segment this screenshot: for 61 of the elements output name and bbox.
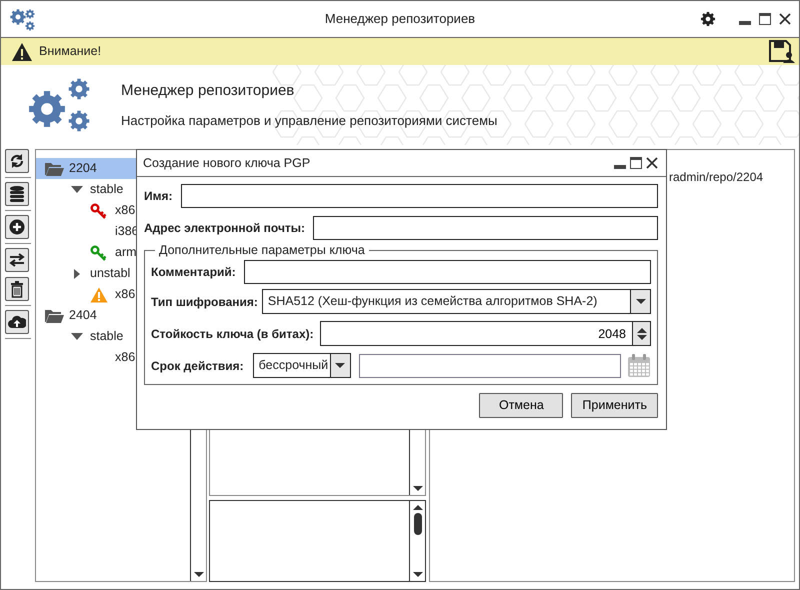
date-field[interactable] bbox=[358, 354, 621, 378]
add-icon bbox=[8, 218, 26, 236]
expiry-select[interactable]: бессрочный bbox=[252, 353, 351, 378]
database-icon bbox=[8, 185, 26, 203]
cipher-select[interactable]: SHA512 (Хеш-функция из семейства алгоритмов SHA-2) bbox=[262, 289, 651, 314]
scroll-down-icon[interactable] bbox=[412, 572, 422, 577]
save-user-icon[interactable] bbox=[769, 40, 795, 64]
group-title: Дополнительные параметры ключа bbox=[155, 242, 369, 258]
expanded-arrow-icon[interactable] bbox=[71, 186, 83, 193]
scroll-down-icon[interactable] bbox=[194, 572, 204, 577]
tree-item[interactable]: x86 bbox=[115, 285, 136, 304]
tree-item[interactable]: x86 bbox=[115, 201, 136, 220]
database-button[interactable] bbox=[5, 182, 29, 206]
name-field[interactable] bbox=[180, 184, 658, 208]
collapsed-arrow-icon[interactable] bbox=[74, 268, 80, 278]
strength-label: Стойкость ключа (в битах): bbox=[151, 326, 314, 342]
name-label: Имя: bbox=[144, 188, 172, 205]
tree-item[interactable]: stable bbox=[90, 327, 124, 346]
close-icon[interactable] bbox=[779, 13, 791, 25]
cancel-button[interactable]: Отмена bbox=[479, 393, 564, 418]
caret-icon bbox=[335, 363, 346, 368]
apply-button[interactable]: Применить bbox=[571, 393, 658, 418]
refresh-button[interactable] bbox=[5, 149, 29, 173]
comment-field[interactable] bbox=[244, 260, 651, 284]
expiry-label: Срок действия: bbox=[151, 358, 244, 374]
calendar-icon[interactable] bbox=[627, 354, 651, 378]
spinner-button[interactable] bbox=[633, 321, 651, 346]
alert-text: Внимание! bbox=[39, 43, 102, 60]
comment-label: Комментарий: bbox=[151, 264, 236, 281]
maximize-icon[interactable] bbox=[759, 13, 771, 25]
add-button[interactable] bbox=[5, 215, 29, 239]
tree-item[interactable]: unstabl bbox=[90, 264, 130, 283]
email-field[interactable] bbox=[313, 216, 658, 240]
refresh-icon bbox=[8, 152, 26, 170]
folder-icon bbox=[44, 307, 66, 324]
email-label: Адрес электронной почты: bbox=[144, 220, 306, 237]
upload-button[interactable] bbox=[5, 310, 29, 334]
header-title: Менеджер репозиториев bbox=[121, 81, 296, 101]
tree-item[interactable]: x86 bbox=[115, 348, 136, 367]
expanded-arrow-icon[interactable] bbox=[71, 333, 83, 340]
warning-icon bbox=[90, 286, 108, 302]
path-text: radmin/repo/2204 bbox=[668, 169, 764, 186]
tree-item[interactable]: arm bbox=[115, 243, 137, 262]
scroll-down-icon[interactable] bbox=[412, 486, 422, 491]
cipher-label: Тип шифрования: bbox=[151, 294, 258, 310]
scrollbar-thumb[interactable] bbox=[414, 513, 422, 535]
warning-icon bbox=[11, 42, 33, 62]
delete-button[interactable] bbox=[5, 277, 29, 301]
window-title: Менеджер репозиториев bbox=[324, 10, 476, 28]
header-subtitle: Настройка параметров и управление репозиториями системы bbox=[121, 112, 498, 130]
swap-button[interactable] bbox=[5, 248, 29, 272]
swap-icon bbox=[8, 251, 26, 269]
maximize-icon[interactable] bbox=[630, 157, 642, 169]
folder-icon bbox=[44, 160, 66, 177]
cloud-upload-icon bbox=[8, 313, 26, 331]
caret-icon bbox=[636, 299, 646, 304]
strength-field[interactable]: 2048 bbox=[320, 321, 633, 346]
settings-icon[interactable] bbox=[699, 10, 717, 28]
close-icon[interactable] bbox=[646, 157, 658, 169]
trash-icon bbox=[8, 280, 26, 298]
tree-item[interactable]: stable bbox=[90, 180, 124, 199]
